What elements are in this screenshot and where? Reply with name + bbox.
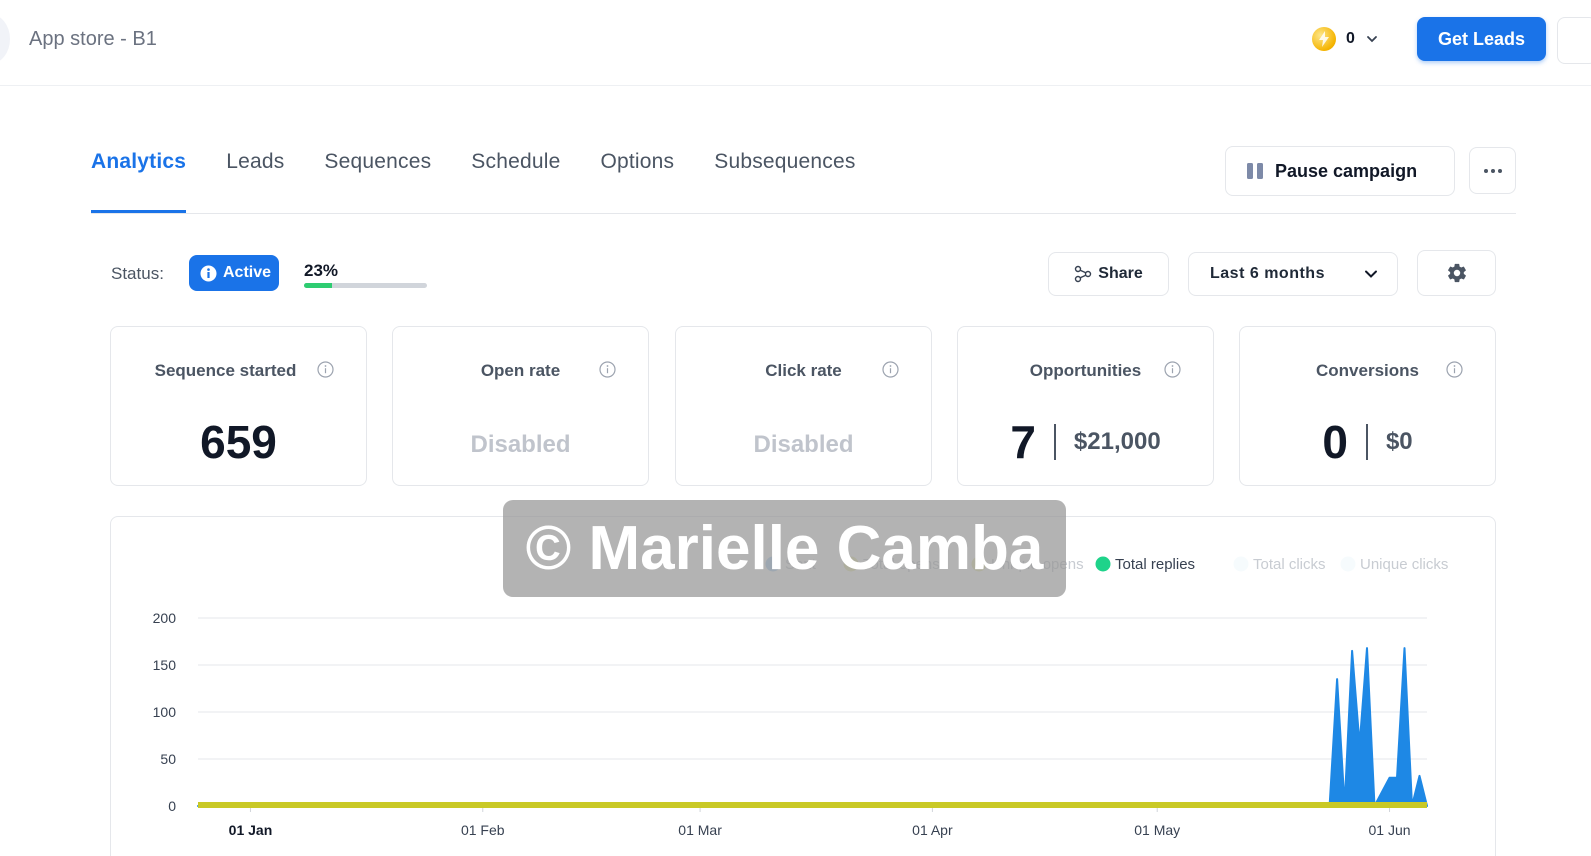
date-range-label: Last 6 months: [1210, 265, 1325, 282]
tab-options[interactable]: Options: [600, 150, 674, 214]
legend-marker[interactable]: [1233, 556, 1249, 572]
date-range-select[interactable]: Last 6 months: [1188, 252, 1398, 296]
tab-leads[interactable]: Leads: [226, 150, 284, 214]
conversions-amount: $0: [1385, 428, 1413, 455]
get-leads-button[interactable]: Get Leads: [1417, 17, 1546, 61]
metric-card-click-rate: Click rate Disabled: [675, 326, 932, 486]
progress-bar-fill: [304, 283, 333, 288]
x-tick-label: 01 May: [1134, 822, 1180, 838]
metric-card-opportunities: Opportunities 7 $21,000: [957, 326, 1214, 486]
x-tick-label: 01 Apr: [912, 822, 953, 838]
chevron-down-icon: [1367, 36, 1377, 43]
tab-schedule[interactable]: Schedule: [471, 150, 560, 214]
credits-dropdown[interactable]: 0: [1312, 26, 1379, 52]
y-tick-label: 0: [168, 798, 176, 814]
tabs-divider: [91, 213, 1516, 214]
gear-icon: [1447, 263, 1466, 283]
y-tick-label: 100: [153, 704, 177, 720]
info-icon[interactable]: [882, 361, 899, 378]
tab-sequences[interactable]: Sequences: [324, 150, 431, 214]
metric-card-sequence-started: Sequence started 659: [110, 326, 367, 486]
status-label: Status:: [111, 264, 164, 283]
lightning-coin-icon: [1312, 27, 1336, 51]
progress-bar: [304, 283, 427, 288]
progress-percent: 23%: [304, 261, 339, 280]
series-sent-area: [197, 647, 1428, 807]
info-icon[interactable]: [599, 361, 616, 378]
status-badge[interactable]: Active: [189, 255, 279, 291]
page-title: App store - B1: [29, 28, 157, 50]
legend-marker[interactable]: [1095, 556, 1111, 572]
settings-button[interactable]: [1417, 250, 1496, 296]
y-tick-label: 150: [153, 657, 177, 673]
legend-item[interactable]: Total clicks: [1253, 556, 1326, 573]
pause-campaign-button[interactable]: Pause campaign: [1225, 146, 1455, 196]
x-tick-label: 01 Feb: [461, 822, 505, 838]
chevron-down-icon: [1365, 270, 1377, 278]
info-icon[interactable]: [1446, 361, 1463, 378]
campaign-tabs: Analytics Leads Sequences Schedule Optio…: [91, 150, 896, 214]
metric-value: 659: [200, 416, 277, 468]
legend-item[interactable]: Total replies: [1115, 556, 1195, 573]
share-icon: [1075, 265, 1092, 283]
pause-icon: [1247, 163, 1263, 179]
metric-value: Disabled: [470, 431, 571, 458]
value-divider: [1053, 424, 1056, 460]
value-divider: [1365, 424, 1368, 460]
info-icon: [200, 265, 217, 281]
legend-item[interactable]: Unique clicks: [1360, 556, 1448, 573]
x-tick-label: 01 Mar: [678, 822, 722, 838]
tab-subsequences[interactable]: Subsequences: [714, 150, 855, 214]
y-tick-label: 200: [153, 610, 177, 626]
info-icon[interactable]: [317, 361, 334, 378]
share-label: Share: [1098, 265, 1143, 282]
x-tick-label: 01 Jun: [1369, 822, 1411, 838]
legend-marker[interactable]: [1340, 556, 1356, 572]
metric-card-open-rate: Open rate Disabled: [392, 326, 649, 486]
info-icon[interactable]: [1164, 361, 1181, 378]
status-badge-label: Active: [223, 264, 272, 281]
avatar[interactable]: [0, 14, 10, 64]
top-menu-button[interactable]: [1557, 17, 1591, 64]
opportunities-amount: $21,000: [1073, 428, 1161, 455]
pause-campaign-label: Pause campaign: [1275, 160, 1418, 181]
tab-analytics[interactable]: Analytics: [91, 150, 187, 214]
more-options-button[interactable]: [1469, 147, 1516, 194]
metric-value: Disabled: [753, 431, 854, 458]
top-bar: App store - B1 0 Get Leads: [0, 0, 1591, 86]
conversions-count: 0: [1322, 416, 1348, 468]
metric-value-split: 7 $21,000: [958, 415, 1213, 469]
y-tick-label: 50: [160, 751, 176, 767]
watermark: © Marielle Camba: [503, 500, 1066, 597]
metric-card-conversions: Conversions 0 $0: [1239, 326, 1496, 486]
metric-value-split: 0 $0: [1240, 415, 1495, 469]
x-tick-label: 01 Jan: [229, 822, 273, 838]
share-button[interactable]: Share: [1048, 252, 1169, 296]
credits-count: 0: [1346, 30, 1355, 47]
more-horizontal-icon: [1483, 168, 1502, 173]
opportunities-count: 7: [1010, 416, 1036, 468]
